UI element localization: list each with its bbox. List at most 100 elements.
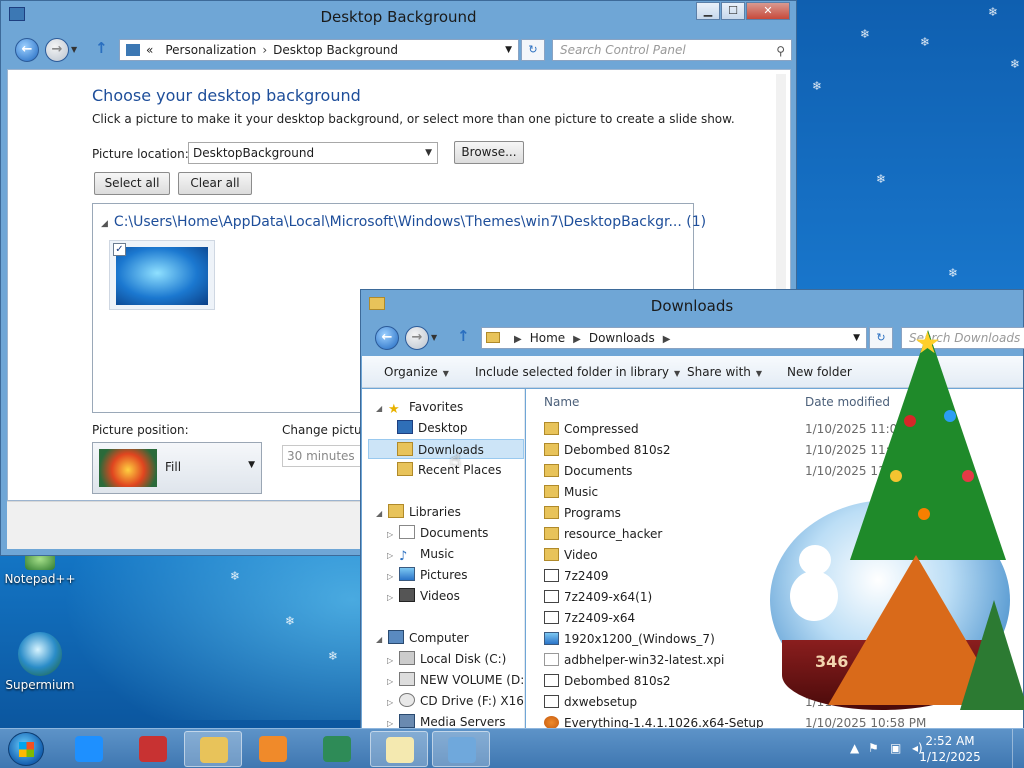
expand-icon[interactable]: ▷	[387, 651, 399, 671]
search-icon[interactable]: ⚲	[776, 41, 785, 61]
taskbar-button[interactable]	[60, 731, 118, 767]
organize-menu[interactable]: Organize ▼	[384, 365, 449, 379]
breadcrumb-personalization[interactable]: Personalization	[165, 43, 256, 57]
file-row[interactable]: 7z2409-x64(1)	[544, 587, 652, 607]
nav-desktop[interactable]: Desktop	[397, 418, 468, 438]
nav-local-disk[interactable]: ▷ Local Disk (C:)	[387, 649, 506, 669]
forward-button[interactable]: →	[405, 326, 429, 350]
star-icon: ★	[388, 402, 400, 417]
title-bar[interactable]: Downloads	[361, 290, 1023, 320]
pictures-icon	[399, 567, 415, 581]
select-all-button[interactable]: Select all	[94, 172, 170, 195]
up-button[interactable]: ↑	[457, 327, 470, 345]
expand-icon[interactable]: ▷	[387, 546, 399, 566]
up-button[interactable]: ↑	[95, 39, 108, 57]
folder-icon	[544, 485, 559, 498]
start-button[interactable]	[8, 732, 44, 766]
picture-location-select[interactable]: DesktopBackground ▼	[188, 142, 438, 164]
recent-pages-chevron-icon[interactable]: ▼	[71, 45, 77, 54]
clear-all-button[interactable]: Clear all	[178, 172, 252, 195]
maximize-button[interactable]: ☐	[721, 2, 745, 20]
nav-libraries[interactable]: ◢ Libraries	[376, 502, 461, 522]
expand-icon[interactable]: ◢	[376, 630, 388, 650]
new-folder-button[interactable]: New folder	[787, 365, 852, 379]
action-center-flag-icon[interactable]: ⚑	[868, 741, 879, 755]
picture-position-select[interactable]: Fill ▼	[92, 442, 262, 494]
expand-icon[interactable]: ◢	[376, 399, 388, 419]
breadcrumb-desktop-background[interactable]: Desktop Background	[273, 43, 398, 57]
nav-downloads[interactable]: Downloads	[368, 439, 524, 459]
expand-icon[interactable]: ▷	[387, 693, 399, 713]
title-bar[interactable]: Desktop Background ▁ ☐ ✕	[1, 1, 796, 31]
taskbar-button[interactable]	[124, 731, 182, 767]
file-row[interactable]: Documents	[544, 461, 632, 481]
file-row[interactable]: Music	[544, 482, 598, 502]
interval-select[interactable]: 30 minutes	[282, 445, 372, 467]
file-row[interactable]: dxwebsetup	[544, 692, 637, 712]
expand-icon[interactable]: ▷	[387, 588, 399, 608]
address-bar[interactable]: «Personalization › Desktop Background ▼	[119, 39, 519, 61]
chevron-down-icon[interactable]: ▼	[505, 40, 512, 60]
address-bar[interactable]: ▶ Home ▶ Downloads ▶ ▼	[481, 327, 867, 349]
folder-icon	[544, 443, 559, 456]
taskbar-button[interactable]	[432, 731, 490, 767]
taskbar-button[interactable]	[184, 731, 242, 767]
file-row[interactable]: 7z2409	[544, 566, 608, 586]
thumbnail-checkbox[interactable]: ✓	[113, 243, 126, 256]
clock-date[interactable]: 1/12/2025	[915, 750, 985, 764]
expand-icon[interactable]: ▷	[387, 525, 399, 545]
collapse-icon[interactable]: ◢	[101, 219, 108, 229]
wallpaper-thumbnail[interactable]: ✓	[109, 240, 215, 310]
breadcrumb-prefix[interactable]: «	[146, 43, 153, 57]
breadcrumb-home[interactable]: Home	[530, 331, 565, 345]
forward-button[interactable]: →	[45, 38, 69, 62]
desktop-icon-supermium[interactable]: Supermium	[2, 632, 78, 692]
file-row[interactable]: Compressed	[544, 419, 639, 439]
file-row[interactable]: 7z2409-x64	[544, 608, 635, 628]
expand-icon[interactable]: ◢	[376, 504, 388, 524]
file-row[interactable]: Debombed 810s2	[544, 440, 671, 460]
network-icon[interactable]: ▣	[890, 741, 901, 755]
close-button[interactable]: ✕	[746, 2, 790, 20]
back-button[interactable]: ←	[375, 326, 399, 350]
file-row[interactable]: Debombed 810s2	[544, 671, 671, 691]
music-icon: ♪	[399, 549, 408, 564]
nav-computer[interactable]: ◢ Computer	[376, 628, 469, 648]
taskbar-button[interactable]	[244, 731, 302, 767]
file-row[interactable]: resource_hacker	[544, 524, 662, 544]
computer-icon	[388, 630, 404, 644]
taskbar-button[interactable]	[370, 731, 428, 767]
breadcrumb-downloads[interactable]: Downloads	[589, 331, 655, 345]
include-in-library-menu[interactable]: Include selected folder in library ▼	[475, 365, 680, 379]
image-icon	[544, 632, 559, 645]
gallery-group-header[interactable]: ◢ C:\Users\Home\AppData\Local\Microsoft\W…	[101, 214, 706, 230]
search-input[interactable]: Search Control Panel ⚲	[552, 39, 792, 61]
back-button[interactable]: ←	[15, 38, 39, 62]
nav-pictures[interactable]: ▷ Pictures	[387, 565, 468, 585]
nav-videos[interactable]: ▷ Videos	[387, 586, 460, 606]
file-row[interactable]: adbhelper-win32-latest.xpi	[544, 650, 724, 670]
expand-icon[interactable]: ▷	[387, 567, 399, 587]
taskbar-button[interactable]	[308, 731, 366, 767]
ornament	[918, 508, 930, 520]
minimize-button[interactable]: ▁	[696, 2, 720, 20]
file-row[interactable]: Video	[544, 545, 598, 565]
refresh-button[interactable]: ↻	[521, 39, 545, 61]
clock-time[interactable]: 2:52 AM	[915, 734, 985, 748]
show-desktop-button[interactable]	[1012, 729, 1024, 768]
expand-icon[interactable]: ▷	[387, 672, 399, 692]
nav-favorites[interactable]: ◢ ★ Favorites	[376, 397, 463, 417]
browse-button[interactable]: Browse...	[454, 141, 524, 164]
share-with-menu[interactable]: Share with ▼	[687, 365, 762, 379]
file-row[interactable]: 1920x1200_(Windows_7)	[544, 629, 715, 649]
include-label: Include selected folder in library	[475, 365, 669, 379]
nav-cd-drive[interactable]: ▷ CD Drive (F:) X16-81	[387, 691, 524, 713]
nav-new-volume[interactable]: ▷ NEW VOLUME (D:)	[387, 670, 524, 692]
nav-music[interactable]: ▷ ♪ Music	[387, 544, 454, 564]
show-hidden-icons[interactable]: ▲	[850, 741, 859, 755]
desktop-icon	[397, 420, 413, 434]
nav-documents[interactable]: ▷ Documents	[387, 523, 488, 543]
file-row[interactable]: Programs	[544, 503, 621, 523]
recent-pages-chevron-icon[interactable]: ▼	[431, 333, 437, 342]
column-header-name[interactable]: Name	[544, 395, 579, 409]
